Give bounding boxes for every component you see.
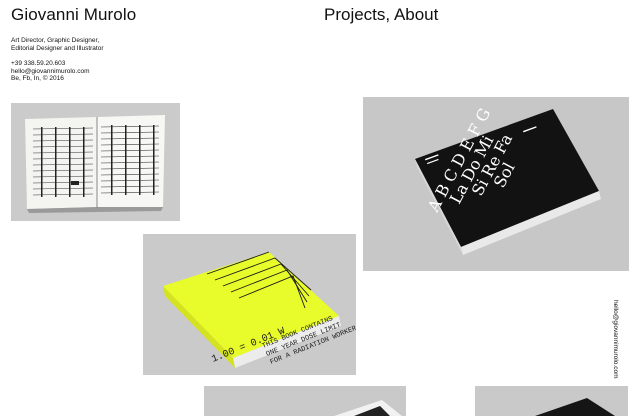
project-tile-yellow-book[interactable]: THIS BOOK CONTAINS ONE YEAR DOSE LIMIT F… [143, 234, 356, 375]
open-book-image [25, 115, 165, 213]
bio-block: Art Director, Graphic Designer, Editoria… [11, 37, 104, 83]
nav-about-link[interactable]: About [394, 5, 438, 24]
nav-projects-link[interactable]: Projects [324, 5, 385, 24]
site-title[interactable]: Giovanni Murolo [11, 5, 136, 25]
bio-social-copyright[interactable]: Be, Fb, In, © 2016 [11, 75, 104, 83]
project-tile-open-book[interactable] [11, 103, 180, 221]
black-book-image: A B C D E F G La Do Mi Si Re Fa Sol [415, 105, 601, 255]
bio-phone[interactable]: +39 338.59.20.603 [11, 60, 104, 68]
bio-role-line1: Art Director, Graphic Designer, [11, 37, 100, 44]
side-email-link[interactable]: hello@giovannimurolo.com [612, 300, 619, 379]
nav-separator: , [385, 5, 394, 24]
yellow-book-image: THIS BOOK CONTAINS ONE YEAR DOSE LIMIT F… [163, 251, 356, 368]
project-tile-black-book[interactable]: A B C D E F G La Do Mi Si Re Fa Sol [363, 97, 629, 271]
bio-role-line2: Editorial Designer and Illustrator [11, 44, 104, 52]
main-nav: Projects, About [324, 5, 438, 25]
